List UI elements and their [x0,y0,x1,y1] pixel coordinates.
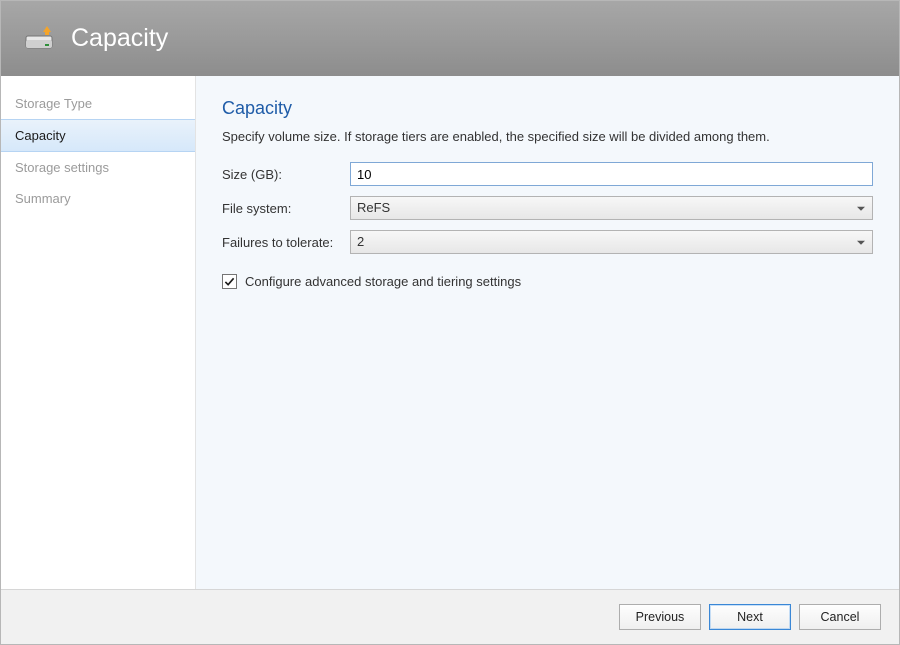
previous-button[interactable]: Previous [619,604,701,630]
main-panel: Capacity Specify volume size. If storage… [196,76,899,589]
advanced-settings-label: Configure advanced storage and tiering s… [245,274,521,289]
cancel-button[interactable]: Cancel [799,604,881,630]
row-size: Size (GB): [222,162,873,186]
wizard-header: Capacity [1,1,899,76]
sidebar-item-label: Summary [15,191,71,206]
sidebar-item-storage-type[interactable]: Storage Type [1,88,195,119]
size-label: Size (GB): [222,167,350,182]
failures-select[interactable]: 2 [350,230,873,254]
failures-value: 2 [357,234,364,249]
file-system-label: File system: [222,201,350,216]
sidebar-item-capacity[interactable]: Capacity [1,119,195,152]
size-input[interactable] [350,162,873,186]
page-description: Specify volume size. If storage tiers ar… [222,129,873,144]
row-failures: Failures to tolerate: 2 [222,230,873,254]
row-advanced-settings: Configure advanced storage and tiering s… [222,274,873,289]
capacity-disk-icon [23,22,57,56]
file-system-select[interactable]: ReFS [350,196,873,220]
advanced-settings-checkbox[interactable] [222,274,237,289]
sidebar-item-label: Storage Type [15,96,92,111]
wizard-footer: Previous Next Cancel [1,589,899,644]
sidebar-item-summary[interactable]: Summary [1,183,195,214]
next-button[interactable]: Next [709,604,791,630]
wizard-steps-sidebar: Storage Type Capacity Storage settings S… [1,76,196,589]
page-heading: Capacity [222,98,873,119]
sidebar-item-label: Capacity [15,128,66,143]
sidebar-item-label: Storage settings [15,160,109,175]
failures-label: Failures to tolerate: [222,235,350,250]
file-system-value: ReFS [357,200,390,215]
wizard-body: Storage Type Capacity Storage settings S… [1,76,899,589]
sidebar-item-storage-settings[interactable]: Storage settings [1,152,195,183]
row-file-system: File system: ReFS [222,196,873,220]
wizard-title: Capacity [71,24,168,53]
